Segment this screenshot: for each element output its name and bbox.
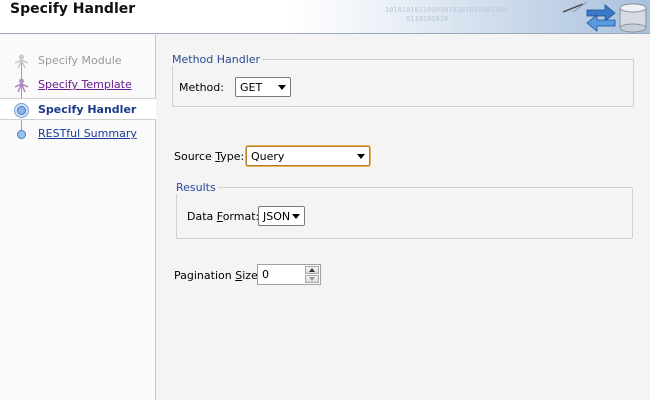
method-value: GET (240, 81, 263, 94)
wizard-train: Specify Module Specify Template Specify … (0, 35, 156, 400)
source-type-label: Source Type: (174, 150, 245, 163)
step-person-icon (14, 54, 29, 69)
source-type-value: Query (251, 150, 285, 163)
page-title: Specify Handler (10, 1, 136, 17)
pagination-size-value: 0 (262, 268, 269, 281)
wizard-header: Specify Handler 101010101101010101010101… (0, 0, 650, 34)
data-format-dropdown[interactable]: JSON (258, 206, 305, 226)
data-format-label: Data Format: (187, 210, 260, 223)
step-specify-module: Specify Module (0, 51, 156, 71)
step-label: Specify Template (38, 78, 132, 91)
step-restful-summary[interactable]: RESTful Summary (0, 124, 156, 144)
database-transfer-icon (562, 1, 647, 33)
method-handler-legend: Method Handler (172, 53, 261, 66)
step-specify-template[interactable]: Specify Template (0, 75, 156, 95)
spin-down-icon[interactable] (305, 275, 319, 283)
step-label: RESTful Summary (38, 127, 137, 140)
results-legend: Results (176, 181, 216, 194)
step-node-icon (17, 130, 26, 139)
step-current-icon (14, 103, 29, 118)
step-label: Specify Handler (38, 103, 137, 116)
data-format-value: JSON (263, 210, 291, 223)
step-person-icon (14, 78, 29, 93)
chevron-down-icon (357, 154, 365, 159)
source-type-dropdown[interactable]: Query (246, 146, 370, 166)
pagination-size-label: Pagination Size: (174, 269, 262, 282)
spin-up-icon[interactable] (305, 266, 319, 274)
chevron-down-icon (278, 85, 286, 90)
spinner-buttons (305, 266, 319, 283)
method-label: Method: (179, 81, 224, 94)
binary-decoration: 10101010110101010101010101101 0110101010 (385, 6, 508, 23)
method-dropdown[interactable]: GET (235, 77, 291, 97)
step-specify-handler[interactable]: Specify Handler (0, 98, 156, 120)
chevron-down-icon (292, 214, 300, 219)
step-label: Specify Module (38, 54, 122, 67)
pagination-size-spinner[interactable]: 0 (257, 264, 321, 285)
handler-form: Method Handler Method: GET Source Type: … (157, 35, 650, 400)
